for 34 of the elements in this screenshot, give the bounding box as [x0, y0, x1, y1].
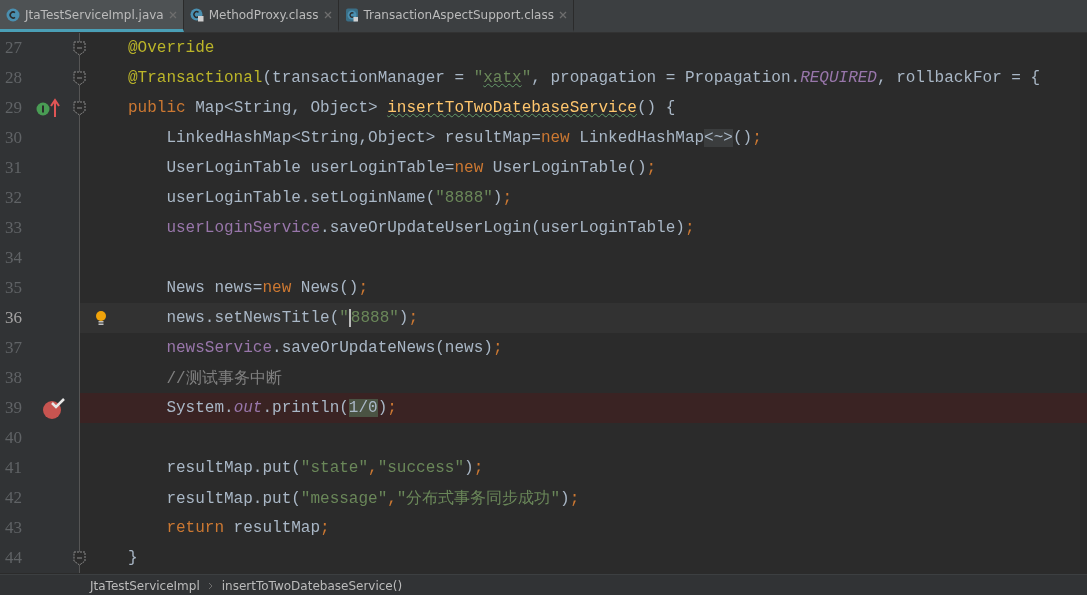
- lightbulb-icon[interactable]: [95, 310, 107, 326]
- line-number: 36: [4, 308, 23, 328]
- code-line: @Override: [128, 39, 215, 57]
- code-comment: //测试事务中断: [165, 368, 282, 389]
- code-line: LinkedHashMap<String,Object> resultMap=new LinkedHashMap<~>();: [165, 129, 762, 147]
- code-line: news.setNewsTitle("8888");: [165, 309, 419, 327]
- code-line: public Map<String, Object> insertToTwoDatebaseService() {: [128, 99, 676, 117]
- fold-icon[interactable]: [73, 41, 86, 56]
- class-file-icon: [344, 7, 359, 22]
- editor-tab[interactable]: JtaTestServiceImpl.java: [0, 0, 184, 32]
- close-icon[interactable]: [558, 10, 567, 19]
- code-line: userLoginService.saveOrUpdateUserLogin(userLoginTable);: [165, 219, 695, 237]
- code-line: UserLoginTable userLoginTable=new UserLoginTable();: [165, 159, 657, 177]
- fold-icon[interactable]: [73, 101, 86, 116]
- close-icon[interactable]: [323, 10, 332, 19]
- code-line: @Transactional(transactionManager = "xatx", propagation = Propagation.REQUIRED, rollbackFor = {: [128, 69, 1041, 87]
- code-line: System.out.println(1/0);: [165, 399, 397, 417]
- code-line: }: [128, 549, 138, 567]
- class-lock-icon: [189, 7, 204, 22]
- code-line: News news=new News();: [165, 279, 369, 297]
- code-line: resultMap.put("message","分布式事务同步成功");: [165, 488, 580, 509]
- code-line: userLoginTable.setLoginName("8888");: [165, 189, 513, 207]
- implements-icon[interactable]: [35, 97, 61, 119]
- class-icon: [6, 7, 20, 22]
- code-line: newsService.saveOrUpdateNews(news);: [165, 339, 503, 357]
- breakpoint-icon[interactable]: [41, 396, 67, 420]
- code-line: return resultMap;: [165, 519, 330, 537]
- fold-icon[interactable]: [73, 71, 86, 86]
- fold-icon[interactable]: [73, 551, 86, 566]
- breadcrumb[interactable]: JtaTestServiceImpl: [90, 579, 200, 593]
- close-icon[interactable]: [168, 10, 177, 19]
- chevron-icon: [207, 582, 214, 590]
- code-line: resultMap.put("state","success");: [165, 459, 484, 477]
- breadcrumb[interactable]: insertToTwoDatebaseService(): [221, 579, 403, 593]
